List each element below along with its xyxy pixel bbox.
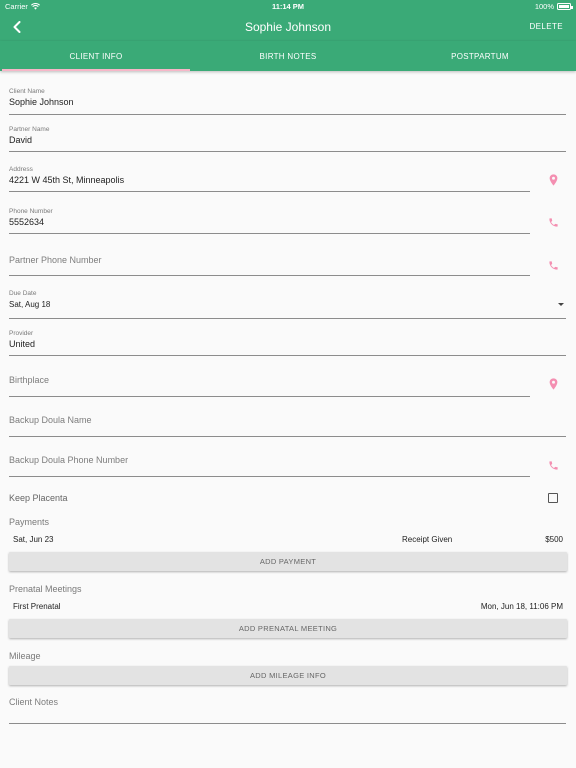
partner-name-value: David: [9, 135, 33, 145]
backup-doula-name-placeholder: Backup Doula Name: [9, 415, 92, 425]
prenatal-meeting-name: First Prenatal: [13, 602, 61, 611]
prenatal-meeting-datetime: Mon, Jun 18, 11:06 PM: [480, 602, 563, 611]
map-pin-icon: [549, 174, 557, 186]
partner-phone-placeholder: Partner Phone Number: [9, 255, 102, 265]
delete-button[interactable]: DELETE: [529, 22, 563, 31]
status-bar: Carrier 11:14 PM 100%: [0, 0, 576, 13]
phone-call-button[interactable]: [546, 215, 560, 229]
client-notes-field[interactable]: Client Notes: [9, 694, 566, 724]
map-pin-icon: [549, 378, 557, 390]
phone-icon: [548, 260, 558, 270]
client-name-label: Client Name: [9, 88, 45, 95]
partner-phone-field[interactable]: Partner Phone Number: [9, 248, 530, 276]
address-label: Address: [9, 166, 33, 173]
tab-bar: CLIENT INFO BIRTH NOTES POSTPARTUM: [0, 41, 576, 71]
caret-down-icon: [558, 303, 564, 306]
client-name-field[interactable]: Client Name Sophie Johnson: [9, 86, 566, 115]
add-mileage-button[interactable]: ADD MILEAGE INFO: [9, 666, 567, 685]
add-payment-button[interactable]: ADD PAYMENT: [9, 552, 567, 571]
provider-field[interactable]: Provider United: [9, 328, 566, 356]
payment-status: Receipt Given: [402, 535, 453, 544]
phone-number-field[interactable]: Phone Number 5552634: [9, 206, 530, 234]
tab-birth-notes[interactable]: BIRTH NOTES: [192, 41, 384, 71]
birthplace-field[interactable]: Birthplace: [9, 369, 530, 397]
provider-label: Provider: [9, 330, 34, 337]
battery-icon: [557, 3, 573, 10]
tab-client-info[interactable]: CLIENT INFO: [0, 41, 192, 71]
provider-value: United: [9, 339, 36, 349]
partner-name-label: Partner Name: [9, 126, 50, 133]
page-title: Sophie Johnson: [244, 20, 332, 34]
phone-icon: [548, 217, 558, 227]
address-field[interactable]: Address 4221 W 45th St, Minneapolis: [9, 164, 530, 192]
battery-indicator: 100%: [534, 2, 573, 11]
back-button[interactable]: [8, 18, 26, 36]
backup-doula-phone-field[interactable]: Backup Doula Phone Number: [9, 449, 530, 477]
backup-doula-phone-placeholder: Backup Doula Phone Number: [9, 455, 129, 465]
address-value: 4221 W 45th St, Minneapolis: [9, 175, 125, 185]
payment-amount: $500: [545, 535, 563, 544]
due-date-value: Sat, Aug 18: [9, 300, 51, 309]
partner-phone-call-button[interactable]: [546, 258, 560, 272]
due-date-select[interactable]: Due Date Sat, Aug 18: [9, 288, 566, 319]
keep-placenta-checkbox[interactable]: [548, 493, 558, 503]
clock: 11:14 PM: [271, 2, 305, 11]
birthplace-location-button[interactable]: [546, 377, 560, 391]
chevron-left-icon: [13, 21, 21, 33]
due-date-label: Due Date: [9, 290, 37, 297]
mileage-title: Mileage: [9, 651, 41, 661]
battery-percent: 100%: [534, 2, 554, 11]
tab-postpartum[interactable]: POSTPARTUM: [384, 41, 576, 71]
partner-name-field[interactable]: Partner Name David: [9, 124, 566, 152]
backup-doula-name-field[interactable]: Backup Doula Name: [9, 409, 566, 437]
backup-doula-call-button[interactable]: [546, 458, 560, 472]
keep-placenta-label: Keep Placenta: [9, 493, 68, 503]
payments-title: Payments: [9, 517, 50, 527]
add-prenatal-meeting-button[interactable]: ADD PRENATAL MEETING: [9, 619, 567, 638]
address-location-button[interactable]: [546, 173, 560, 187]
phone-number-value: 5552634: [9, 217, 45, 227]
app-bar: Sophie Johnson DELETE: [0, 13, 576, 41]
birthplace-placeholder: Birthplace: [9, 375, 50, 385]
phone-number-label: Phone Number: [9, 208, 53, 215]
payment-date: Sat, Jun 23: [13, 535, 54, 544]
client-notes-placeholder: Client Notes: [9, 697, 59, 707]
client-name-value: Sophie Johnson: [9, 97, 74, 107]
phone-icon: [548, 460, 558, 470]
prenatal-meetings-title: Prenatal Meetings: [9, 584, 82, 594]
